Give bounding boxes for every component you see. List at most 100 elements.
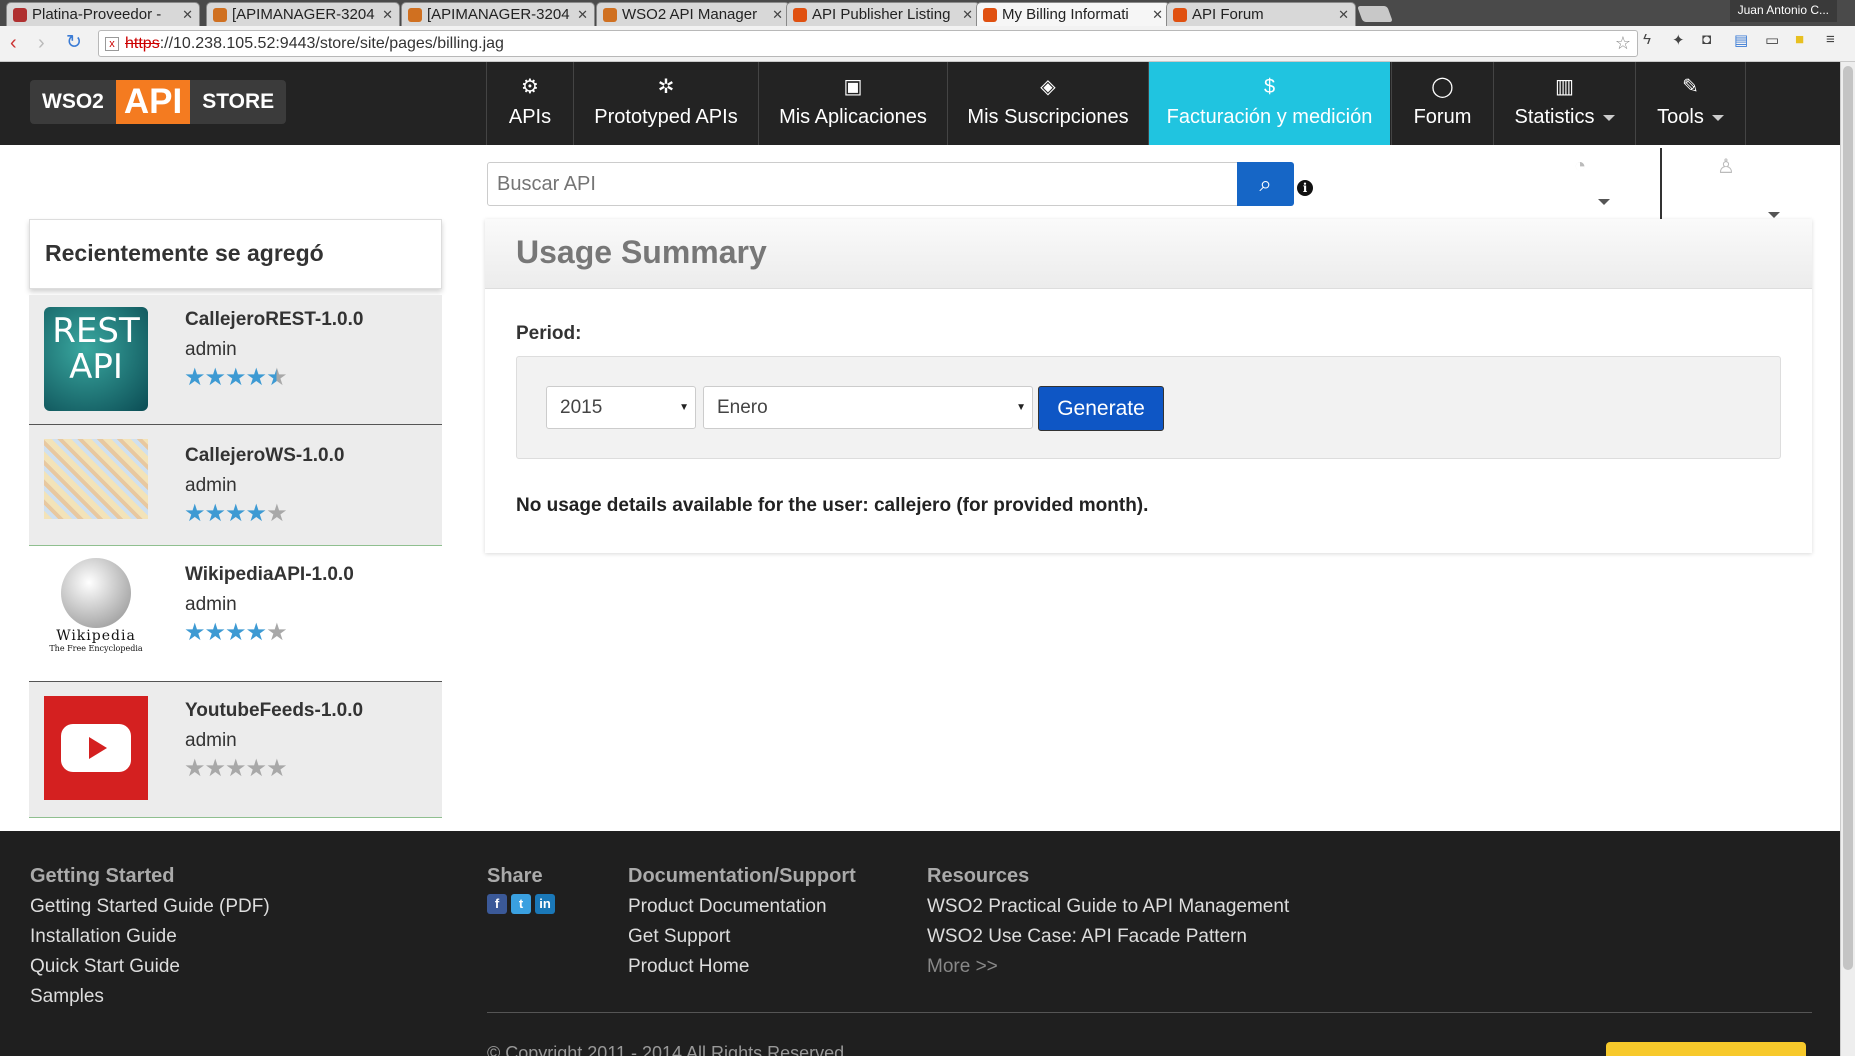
api-thumbnail[interactable]: REST API: [44, 307, 148, 411]
footer-more-link[interactable]: More >>: [927, 952, 1289, 982]
year-select[interactable]: 2015 ▼: [546, 386, 696, 429]
nav-apis[interactable]: ⚙ APIs: [486, 62, 573, 145]
cast-icon[interactable]: ▭: [1765, 31, 1779, 49]
translate-icon[interactable]: ▤: [1734, 31, 1748, 49]
insecure-lock-icon[interactable]: x: [105, 37, 119, 51]
api-thumbnail-wikipedia[interactable]: Wikipedia The Free Encyclopedia: [44, 556, 148, 660]
back-icon[interactable]: ‹: [10, 32, 17, 55]
star-icon: ★: [225, 755, 246, 782]
nav-label: Prototyped APIs: [594, 106, 738, 128]
tab-title: API Publisher Listing: [812, 6, 951, 23]
browser-tab[interactable]: API Forum ✕: [1166, 2, 1356, 26]
api-list-item[interactable]: YoutubeFeeds-1.0.0 admin ★★★★★: [29, 682, 442, 818]
api-provider: admin: [185, 594, 237, 615]
linkedin-icon[interactable]: in: [535, 894, 555, 914]
comment-icon: ◯: [1431, 76, 1454, 98]
api-name-link[interactable]: CallejeroWS-1.0.0: [185, 445, 344, 467]
close-tab-icon[interactable]: ✕: [382, 7, 393, 23]
user-icon: ♙: [1717, 156, 1735, 178]
star-icon: ★: [245, 619, 267, 646]
footer-link[interactable]: WSO2 Practical Guide to API Management: [927, 892, 1289, 922]
recently-added-sidebar: Recientemente se agregó REST API Calleje…: [29, 219, 442, 818]
footer-link[interactable]: Product Documentation: [628, 892, 856, 922]
close-tab-icon[interactable]: ✕: [1152, 7, 1163, 23]
browser-profile-name[interactable]: Juan Antonio C...: [1729, 0, 1837, 22]
extension-icon[interactable]: ✦: [1672, 31, 1685, 49]
tab-title: Platina-Proveedor -: [32, 6, 162, 23]
close-tab-icon[interactable]: ✕: [1338, 7, 1349, 23]
menu-icon[interactable]: ≡: [1826, 31, 1835, 48]
briefcase-icon: ▣: [843, 76, 863, 98]
star-icon: ★: [225, 500, 246, 527]
reload-icon[interactable]: ↻: [66, 31, 82, 54]
nav-facturacion[interactable]: $ Facturación y medición: [1148, 62, 1390, 145]
month-select[interactable]: Enero ▼: [703, 386, 1033, 429]
footer-link[interactable]: Get Support: [628, 922, 856, 952]
info-icon[interactable]: i: [1297, 180, 1313, 196]
nav-label: Tools: [1636, 106, 1745, 129]
api-name-link[interactable]: WikipediaAPI-1.0.0: [185, 564, 354, 586]
search-input[interactable]: [487, 162, 1293, 206]
pocket-icon[interactable]: ◘: [1702, 31, 1711, 48]
url-scheme: https: [125, 35, 160, 52]
address-bar[interactable]: x https://10.238.105.52:9443/store/site/…: [98, 30, 1638, 57]
scrollbar-thumb[interactable]: [1843, 66, 1853, 970]
user-dropdown[interactable]: ♙: [1660, 148, 1790, 228]
generate-button[interactable]: Generate: [1038, 386, 1164, 431]
nav-mis-aplicaciones[interactable]: ▣ Mis Aplicaciones: [758, 62, 947, 145]
browser-tab[interactable]: Platina-Proveedor - ✕: [6, 2, 200, 26]
copyright-text: © Copyright 2011 - 2014 All Rights Reser…: [487, 1043, 845, 1056]
tab-title: [APIMANAGER-3204: [427, 6, 570, 23]
browser-tab-active[interactable]: My Billing Informati ✕: [976, 2, 1170, 26]
new-tab-button[interactable]: [1357, 6, 1393, 22]
gear-icon: ✲: [657, 76, 675, 98]
vertical-scrollbar[interactable]: [1840, 62, 1855, 1056]
close-tab-icon[interactable]: ✕: [772, 7, 783, 23]
powered-by-wso2-logo[interactable]: [1606, 1042, 1806, 1056]
browser-tab[interactable]: [APIMANAGER-3204 ✕: [401, 2, 595, 26]
nav-forum[interactable]: ◯ Forum: [1391, 62, 1493, 145]
sidebar-title: Recientemente se agregó: [29, 219, 442, 289]
api-list-item[interactable]: CallejeroWS-1.0.0 admin ★★★★★: [29, 425, 442, 546]
wso2-api-store-logo[interactable]: WSO2 API STORE: [30, 80, 287, 124]
gears-icon: ⚙: [521, 76, 539, 98]
browser-tab[interactable]: WSO2 API Manager ✕: [596, 2, 790, 26]
close-tab-icon[interactable]: ✕: [962, 7, 973, 23]
facebook-icon[interactable]: f: [487, 894, 507, 914]
extension-icon[interactable]: ϟ: [1643, 31, 1651, 48]
api-thumbnail-map[interactable]: [44, 439, 148, 519]
star-icon: ★: [204, 364, 226, 391]
browser-tab[interactable]: API Publisher Listing ✕: [786, 2, 980, 26]
nav-label-text: Tools: [1657, 106, 1704, 128]
api-name-link[interactable]: CallejeroREST-1.0.0: [185, 309, 363, 331]
nav-label: APIs: [508, 106, 552, 128]
footer-link[interactable]: Samples: [30, 982, 270, 1012]
footer-link[interactable]: WSO2 Use Case: API Facade Pattern: [927, 922, 1289, 952]
star-icon: ★: [204, 619, 226, 646]
footer-link[interactable]: Quick Start Guide: [30, 952, 270, 982]
thumbnail-text: Wikipedia: [56, 628, 136, 644]
api-name-link[interactable]: YoutubeFeeds-1.0.0: [185, 700, 363, 722]
footer-link[interactable]: Installation Guide: [30, 922, 270, 952]
theme-dropdown[interactable]: ◔: [1540, 155, 1620, 215]
close-tab-icon[interactable]: ✕: [577, 7, 588, 23]
api-thumbnail-youtube[interactable]: [44, 696, 148, 800]
nav-mis-suscripciones[interactable]: ◈ Mis Suscripciones: [947, 62, 1148, 145]
search-button[interactable]: ⌕: [1237, 162, 1294, 206]
note-icon[interactable]: ■: [1795, 31, 1804, 48]
close-tab-icon[interactable]: ✕: [182, 7, 193, 23]
tab-favicon-icon: [213, 7, 227, 22]
api-list-item[interactable]: REST API CallejeroREST-1.0.0 admin ★★★★★: [29, 295, 442, 425]
twitter-icon[interactable]: t: [511, 894, 531, 914]
star-icon: ★: [225, 364, 246, 391]
nav-prototyped-apis[interactable]: ✲ Prototyped APIs: [573, 62, 758, 145]
api-list-item[interactable]: Wikipedia The Free Encyclopedia Wikipedi…: [29, 546, 442, 682]
browser-tab[interactable]: [APIMANAGER-3204 ✕: [206, 2, 400, 26]
forward-icon[interactable]: ›: [38, 32, 45, 55]
nav-tools[interactable]: ✎ Tools: [1635, 62, 1746, 145]
play-icon: [61, 724, 131, 772]
footer-link[interactable]: Getting Started Guide (PDF): [30, 892, 270, 922]
footer-link[interactable]: Product Home: [628, 952, 856, 982]
nav-statistics[interactable]: ▥ Statistics: [1493, 62, 1635, 145]
bookmark-star-icon[interactable]: ☆: [1615, 31, 1631, 56]
